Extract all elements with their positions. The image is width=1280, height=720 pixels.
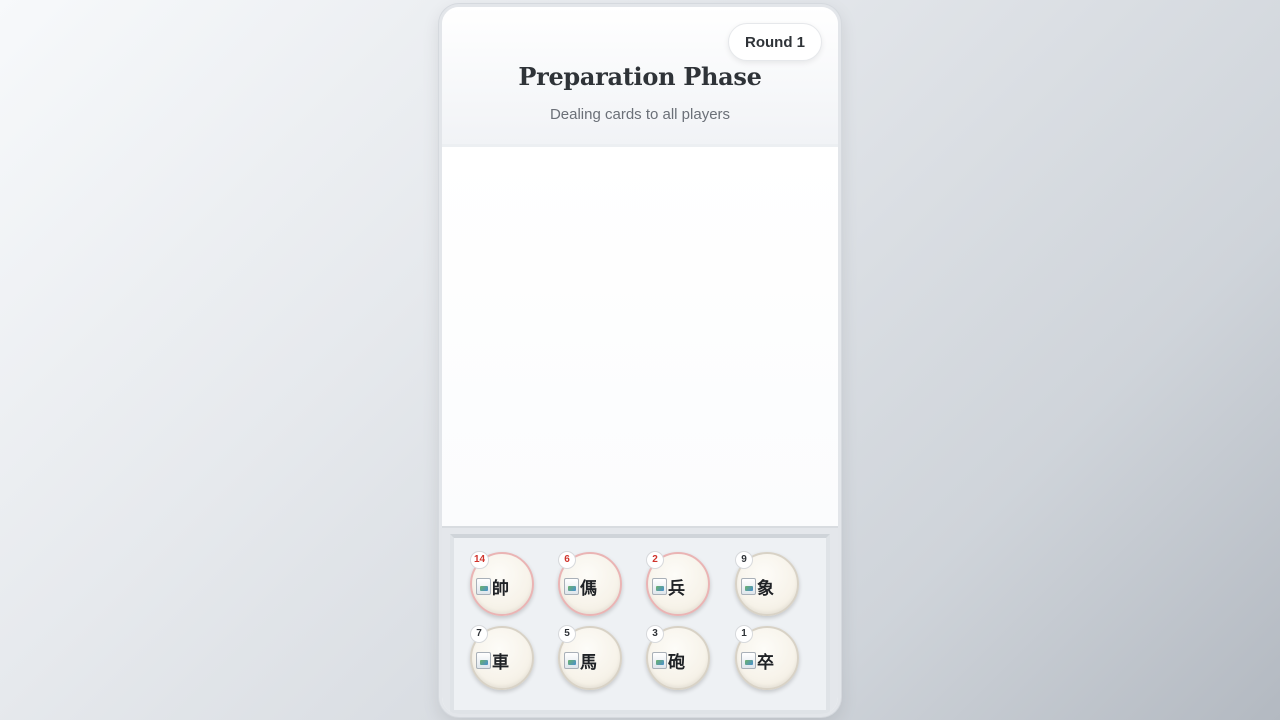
piece-character: 兵	[668, 579, 685, 599]
broken-image-icon	[476, 652, 491, 669]
broken-image-icon	[741, 652, 756, 669]
piece-count-badge: 9	[735, 551, 753, 569]
piece-count-badge: 3	[646, 625, 664, 643]
broken-image-icon	[476, 578, 491, 595]
broken-image-icon	[741, 578, 756, 595]
hand-piece[interactable]: 2 兵	[646, 551, 710, 616]
piece-count-badge: 2	[646, 551, 664, 569]
piece-character: 傌	[580, 579, 597, 599]
broken-image-icon	[652, 652, 667, 669]
piece-count-badge: 5	[558, 625, 576, 643]
hand-piece[interactable]: 14 帥	[470, 551, 534, 616]
broken-image-icon	[652, 578, 667, 595]
piece-face: 傌	[564, 574, 597, 599]
hand-piece[interactable]: 3 砲	[646, 625, 710, 690]
hand-piece[interactable]: 5 馬	[558, 625, 622, 690]
piece-character: 馬	[580, 653, 597, 673]
phase-header: Round 1 Preparation Phase Dealing cards …	[442, 7, 838, 147]
hand-piece[interactable]: 9 象	[735, 551, 799, 616]
game-board	[442, 150, 838, 526]
hand-tray-inner: 14 帥 6 傌 2 兵 9 象 7 車 5 馬 3 砲 1 卒	[450, 534, 830, 714]
hand-piece[interactable]: 6 傌	[558, 551, 622, 616]
piece-face: 馬	[564, 648, 597, 673]
hand-piece[interactable]: 7 車	[470, 625, 534, 690]
piece-character: 象	[757, 579, 774, 599]
hand-tray: 14 帥 6 傌 2 兵 9 象 7 車 5 馬 3 砲 1 卒	[442, 526, 838, 714]
piece-face: 象	[741, 574, 774, 599]
piece-character: 帥	[492, 579, 509, 599]
piece-count-badge: 6	[558, 551, 576, 569]
piece-face: 車	[476, 648, 509, 673]
piece-face: 砲	[652, 648, 685, 673]
phase-title: Preparation Phase	[518, 62, 762, 91]
piece-count-badge: 1	[735, 625, 753, 643]
broken-image-icon	[564, 652, 579, 669]
game-screen: Round 1 Preparation Phase Dealing cards …	[439, 4, 841, 717]
piece-face: 卒	[741, 648, 774, 673]
piece-count-badge: 14	[470, 551, 490, 569]
phase-subtitle: Dealing cards to all players	[549, 106, 731, 123]
round-badge: Round 1	[728, 23, 822, 61]
hand-piece[interactable]: 1 卒	[735, 625, 799, 690]
piece-face: 兵	[652, 574, 685, 599]
broken-image-icon	[564, 578, 579, 595]
piece-count-badge: 7	[470, 625, 488, 643]
piece-character: 砲	[668, 653, 685, 673]
piece-character: 車	[492, 653, 509, 673]
piece-character: 卒	[757, 653, 774, 673]
piece-face: 帥	[476, 574, 509, 599]
